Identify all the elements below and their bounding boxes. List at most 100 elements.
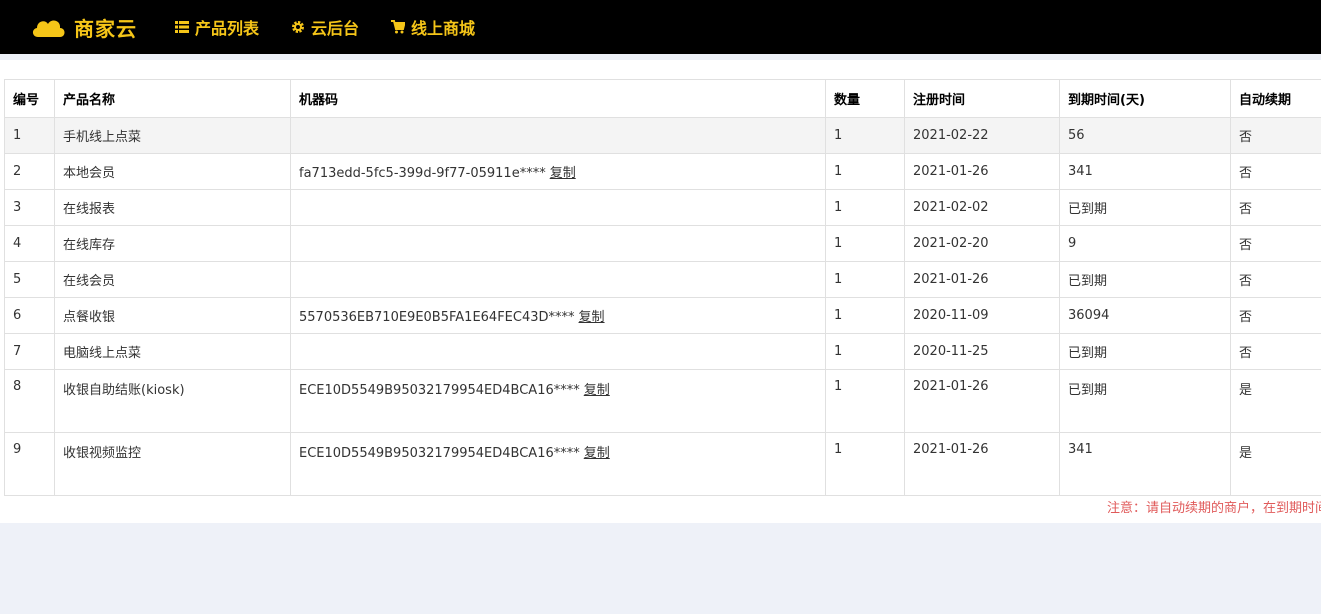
- table-row: 3 在线报表 1 2021-02-02 已到期否: [4, 189, 1321, 226]
- col-header-expire-days: 到期时间(天): [1059, 79, 1231, 118]
- cell-machine-code: [290, 117, 826, 154]
- cell-register-time: 2020-11-09: [904, 297, 1060, 334]
- cell-product-name: 在线库存: [54, 225, 291, 262]
- cell-expire-days: 36094: [1059, 297, 1231, 334]
- brand-logo[interactable]: 商家云: [30, 13, 137, 42]
- nav-cloud-backend-label: 云后台: [311, 19, 360, 38]
- cell-product-name: 在线报表: [54, 189, 291, 226]
- cell-quantity: 1: [825, 333, 905, 370]
- cell-id: 6: [4, 297, 55, 334]
- table-row: 5 在线会员 1 2021-01-26 已到期否: [4, 261, 1321, 298]
- table-row: 7 电脑线上点菜 1 2020-11-25 已到期否: [4, 333, 1321, 370]
- cell-expire-days: 9: [1059, 225, 1231, 262]
- cell-auto-renew: 是: [1230, 432, 1321, 496]
- cell-expire-days: 已到期: [1059, 261, 1231, 298]
- cell-register-time: 2021-01-26: [904, 261, 1060, 298]
- cell-product-name: 本地会员: [54, 153, 291, 190]
- cell-expire-days: 已到期: [1059, 369, 1231, 433]
- top-navbar: 商家云 产品列表 云后台 线上商城: [0, 0, 1321, 54]
- cell-auto-renew: 否: [1230, 261, 1321, 298]
- table-row: 2 本地会员 fa713edd-5fc5-399d-9f77-05911e**** 复…: [4, 153, 1321, 190]
- machine-code-text: ECE10D5549B95032179954ED4BCA16****: [299, 383, 580, 398]
- cell-expire-days: 56: [1059, 117, 1231, 154]
- copy-link[interactable]: 复制: [579, 310, 605, 325]
- cell-quantity: 1: [825, 117, 905, 154]
- table-row: 6 点餐收银 5570536EB710E9E0B5FA1E64FEC43D**** 复…: [4, 297, 1321, 334]
- nav-product-list[interactable]: 产品列表: [175, 15, 259, 39]
- brand-name: 商家云: [74, 16, 137, 41]
- cell-expire-days: 已到期: [1059, 333, 1231, 370]
- copy-link[interactable]: 复制: [584, 383, 610, 398]
- cell-id: 3: [4, 189, 55, 226]
- col-header-quantity: 数量: [825, 79, 905, 118]
- cell-machine-code: ECE10D5549B95032179954ED4BCA16**** 复制: [290, 369, 826, 433]
- cell-quantity: 1: [825, 261, 905, 298]
- cell-product-name: 电脑线上点菜: [54, 333, 291, 370]
- machine-code-text: 5570536EB710E9E0B5FA1E64FEC43D****: [299, 310, 575, 325]
- content-panel: 编号 产品名称 机器码 数量 注册时间 到期时间(天) 自动续期 1 手机线上点菜…: [0, 60, 1321, 523]
- cell-auto-renew: 否: [1230, 333, 1321, 370]
- cell-register-time: 2021-02-22: [904, 117, 1060, 154]
- cell-product-name: 收银自助结账(kiosk): [54, 369, 291, 433]
- copy-link[interactable]: 复制: [550, 166, 576, 181]
- cell-product-name: 手机线上点菜: [54, 117, 291, 154]
- cell-auto-renew: 否: [1230, 153, 1321, 190]
- cell-expire-days: 已到期: [1059, 189, 1231, 226]
- cell-id: 4: [4, 225, 55, 262]
- product-table: 编号 产品名称 机器码 数量 注册时间 到期时间(天) 自动续期 1 手机线上点菜…: [4, 79, 1321, 496]
- machine-code-text: fa713edd-5fc5-399d-9f77-05911e****: [299, 166, 546, 181]
- cell-machine-code: fa713edd-5fc5-399d-9f77-05911e**** 复制: [290, 153, 826, 190]
- table-row: 1 手机线上点菜 1 2021-02-22 56 否: [4, 117, 1321, 154]
- list-icon: [175, 21, 189, 33]
- machine-code-text: ECE10D5549B95032179954ED4BCA16****: [299, 446, 580, 461]
- cell-register-time: 2021-01-26: [904, 369, 1060, 433]
- cloud-icon: [32, 20, 65, 37]
- cell-id: 7: [4, 333, 55, 370]
- cell-machine-code: [290, 333, 826, 370]
- nav-cloud-backend[interactable]: 云后台: [291, 15, 359, 39]
- col-header-auto-renew: 自动续期: [1230, 79, 1321, 118]
- cell-id: 1: [4, 117, 55, 154]
- cell-quantity: 1: [825, 189, 905, 226]
- col-header-machine-code: 机器码: [290, 79, 826, 118]
- cell-register-time: 2021-02-20: [904, 225, 1060, 262]
- cell-id: 9: [4, 432, 55, 496]
- cell-machine-code: [290, 189, 826, 226]
- table-row: 8 收银自助结账(kiosk) ECE10D5549B95032179954ED4B…: [4, 369, 1321, 433]
- cell-quantity: 1: [825, 153, 905, 190]
- cell-register-time: 2021-02-02: [904, 189, 1060, 226]
- cell-quantity: 1: [825, 369, 905, 433]
- cell-id: 5: [4, 261, 55, 298]
- nav-product-list-label: 产品列表: [195, 19, 260, 38]
- copy-link[interactable]: 复制: [584, 446, 610, 461]
- cell-product-name: 收银视频监控: [54, 432, 291, 496]
- nav-online-mall[interactable]: 线上商城: [391, 15, 475, 39]
- cell-register-time: 2020-11-25: [904, 333, 1060, 370]
- cell-product-name: 点餐收银: [54, 297, 291, 334]
- cell-register-time: 2021-01-26: [904, 432, 1060, 496]
- cell-expire-days: 341: [1059, 153, 1231, 190]
- cell-machine-code: ECE10D5549B95032179954ED4BCA16**** 复制: [290, 432, 826, 496]
- cell-quantity: 1: [825, 297, 905, 334]
- cell-quantity: 1: [825, 225, 905, 262]
- cell-quantity: 1: [825, 432, 905, 496]
- col-header-product-name: 产品名称: [54, 79, 291, 118]
- cell-machine-code: 5570536EB710E9E0B5FA1E64FEC43D**** 复制: [290, 297, 826, 334]
- cell-register-time: 2021-01-26: [904, 153, 1060, 190]
- table-row: 9 收银视频监控 ECE10D5549B95032179954ED4BCA16***…: [4, 432, 1321, 496]
- table-row: 4 在线库存 1 2021-02-20 9 否: [4, 225, 1321, 262]
- nav-online-mall-label: 线上商城: [411, 19, 476, 38]
- cell-auto-renew: 是: [1230, 369, 1321, 433]
- cell-id: 8: [4, 369, 55, 433]
- col-header-id: 编号: [4, 79, 55, 118]
- cell-machine-code: [290, 225, 826, 262]
- cell-expire-days: 341: [1059, 432, 1231, 496]
- renewal-notice: 注意：请自动续期的商户，在到期时间: [1107, 501, 1321, 516]
- col-header-register-time: 注册时间: [904, 79, 1060, 118]
- cart-icon: [391, 20, 406, 34]
- cell-auto-renew: 否: [1230, 297, 1321, 334]
- cell-auto-renew: 否: [1230, 225, 1321, 262]
- cell-auto-renew: 否: [1230, 117, 1321, 154]
- cell-id: 2: [4, 153, 55, 190]
- gear-icon: [292, 21, 305, 33]
